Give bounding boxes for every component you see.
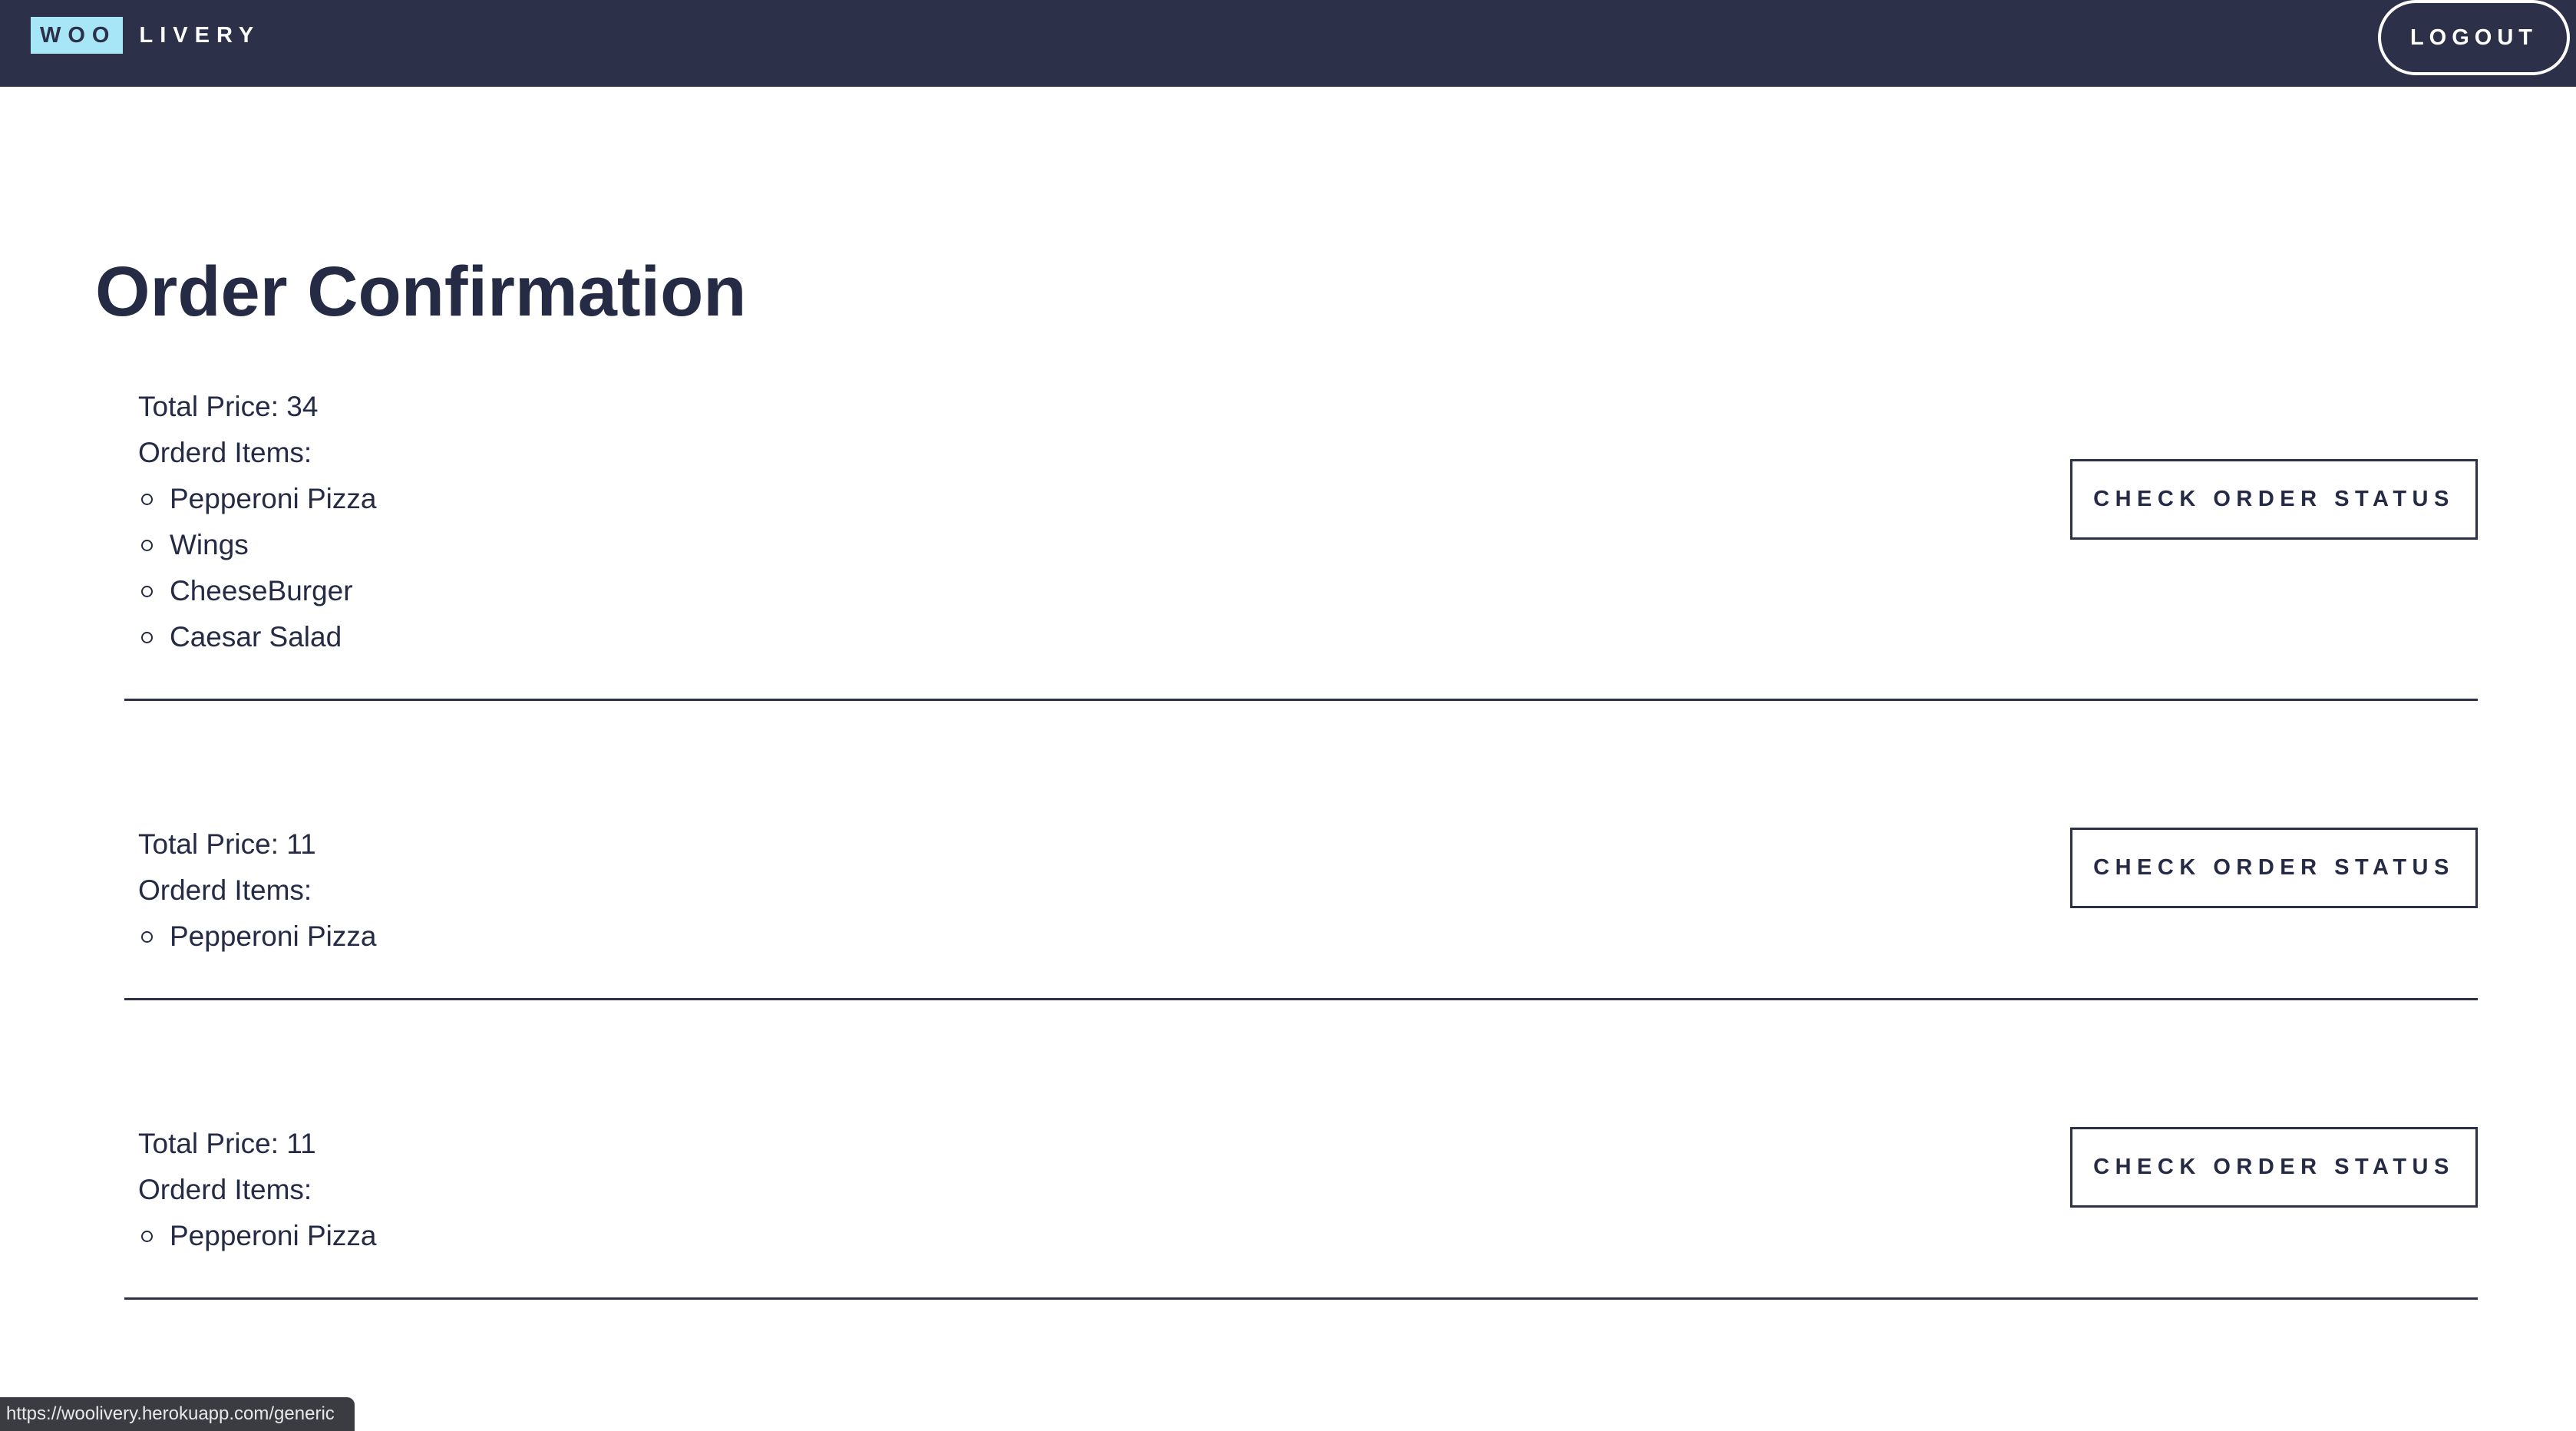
list-item: Wings (138, 522, 376, 568)
circle-bullet-icon (141, 631, 153, 643)
order-card: Total Price: 11 Orderd Items: Pepperoni … (124, 1121, 2478, 1300)
list-item: Caesar Salad (138, 614, 376, 660)
ordered-items-label: Orderd Items: (138, 437, 312, 468)
brand-logo-link[interactable]: WOO LIVERY (31, 17, 260, 54)
circle-bullet-icon (141, 1230, 153, 1242)
brand-woo: WOO (31, 17, 123, 54)
ordered-items-list: Pepperoni Pizza (138, 1213, 376, 1259)
order-info: Total Price: 34 Orderd Items: Pepperoni … (138, 384, 376, 660)
ordered-items-list: Pepperoni Pizza (138, 914, 376, 960)
order-card: Total Price: 11 Orderd Items: Pepperoni … (124, 821, 2478, 1000)
order-card: Total Price: 34 Orderd Items: Pepperoni … (124, 384, 2478, 701)
item-name: Pepperoni Pizza (170, 1220, 377, 1251)
item-name: CheeseBurger (170, 575, 353, 606)
circle-bullet-icon (141, 539, 153, 551)
ordered-items-label: Orderd Items: (138, 1174, 312, 1205)
ordered-items-label: Orderd Items: (138, 874, 312, 906)
brand-livery: LIVERY (139, 22, 261, 48)
total-price: Total Price: 11 (138, 828, 316, 860)
item-name: Wings (170, 529, 249, 560)
list-item: Pepperoni Pizza (138, 1213, 376, 1259)
order-info: Total Price: 11 Orderd Items: Pepperoni … (138, 1121, 376, 1259)
list-item: CheeseBurger (138, 568, 376, 614)
total-price: Total Price: 34 (138, 391, 319, 422)
check-order-status-button[interactable]: CHECK ORDER STATUS (2070, 1127, 2478, 1208)
circle-bullet-icon (141, 930, 153, 943)
check-order-status-button[interactable]: CHECK ORDER STATUS (2070, 459, 2478, 540)
ordered-items-list: Pepperoni Pizza Wings CheeseBurger Caesa… (138, 476, 376, 660)
circle-bullet-icon (141, 493, 153, 505)
item-name: Pepperoni Pizza (170, 920, 377, 952)
circle-bullet-icon (141, 585, 153, 597)
total-price: Total Price: 11 (138, 1128, 316, 1159)
logout-button[interactable]: LOGOUT (2378, 0, 2570, 75)
list-item: Pepperoni Pizza (138, 476, 376, 522)
page-title: Order Confirmation (95, 253, 747, 331)
item-name: Caesar Salad (170, 621, 342, 653)
browser-status-bar-url: https://woolivery.herokuapp.com/generic (0, 1397, 355, 1431)
top-navbar: WOO LIVERY LOGOUT (0, 0, 2576, 87)
list-item: Pepperoni Pizza (138, 914, 376, 960)
check-order-status-button[interactable]: CHECK ORDER STATUS (2070, 828, 2478, 908)
item-name: Pepperoni Pizza (170, 483, 377, 514)
order-info: Total Price: 11 Orderd Items: Pepperoni … (138, 821, 376, 960)
